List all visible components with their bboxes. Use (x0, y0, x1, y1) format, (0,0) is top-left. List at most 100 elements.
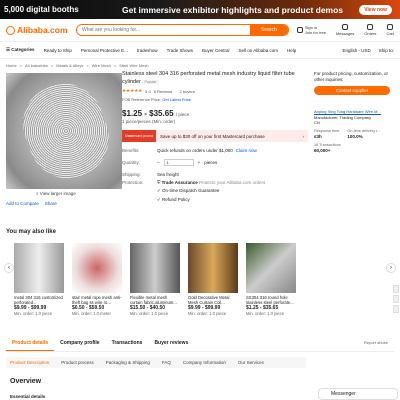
benefits-label: Benefits: (122, 148, 140, 153)
join-label: Join for free (304, 30, 326, 35)
product-title: Stainless steel 304 316 perforated metal… (122, 71, 308, 86)
minus-icon[interactable]: − (157, 160, 160, 165)
quantity-stepper[interactable]: −1 + pieces (157, 159, 217, 166)
nav-item-sell[interactable]: Sell on Alibaba.com (239, 48, 279, 53)
tab-transactions[interactable]: Transactions (106, 340, 149, 351)
breadcrumb-industries[interactable]: All Industries (25, 63, 48, 71)
subtab-faq[interactable]: FAQ (162, 360, 171, 365)
banner-headline: 5,000 digital booths (4, 5, 79, 14)
main-nav: ☰ Categories Ready to Ship Personal Prot… (0, 42, 400, 59)
shipping-method: Sea freight (157, 172, 179, 177)
tab-product-details[interactable]: Product details (6, 340, 55, 351)
rec-title: metal 304 316 customized perforated... (14, 295, 63, 305)
cart-link[interactable]: Cart (386, 24, 394, 36)
chevron-right-icon: › (302, 133, 305, 139)
supplier-country: CN (314, 120, 320, 125)
rec-card[interactable]: metal 304 316 customized perforated... $9… (14, 243, 64, 316)
rec-min-order: Min. order: 1.0 piece (246, 311, 285, 316)
shipping-label: Shipping: (122, 172, 141, 177)
language-select[interactable]: English - USD (342, 48, 370, 53)
banner-text: Get immersive exhibitor highlights and p… (122, 4, 344, 15)
mastercard-promo[interactable]: Mastercard promo Save up to $30 off on y… (122, 130, 308, 142)
contact-supplier-button[interactable]: Contact supplier (314, 86, 390, 95)
alibaba-logo[interactable]: Alibaba.com (6, 25, 76, 35)
toolbar-button[interactable] (393, 285, 399, 293)
shield-icon: ⛨ (157, 180, 161, 185)
rec-card[interactable]: Gold Decorative Metal Mesh Curtain Coil.… (188, 243, 238, 316)
overview-heading: Overview (10, 378, 42, 385)
product-main-image[interactable] (6, 73, 122, 189)
subtab-packaging[interactable]: Packaging & Shipping (106, 360, 150, 365)
ship-to-select[interactable]: Ship to: (379, 48, 394, 53)
orders-link[interactable]: Orders (364, 24, 376, 36)
signin-link[interactable]: Sign in Join for free (296, 25, 326, 35)
messages-label: Messages (335, 31, 355, 36)
rating-value: 5.0 (145, 88, 151, 94)
response-time-value: ≤3h (314, 134, 322, 139)
supplier-card: Anping Xing Tong Hardware Wire M... Manu… (314, 109, 390, 154)
breadcrumb-metals[interactable]: Metals & Alloys (56, 63, 83, 71)
report-abuse-link[interactable]: Report abuse (358, 340, 394, 351)
add-to-compare-link[interactable]: Add to Compare (6, 201, 39, 206)
subtab-description[interactable]: Product Description (10, 360, 49, 365)
rec-title: Flexible metal mesh curtain fabric,alumi… (130, 295, 177, 305)
trade-assurance: Trade Assurance (161, 180, 198, 185)
supplier-name[interactable]: Anping Xing Tong Hardware Wire M... (314, 109, 390, 115)
breadcrumb-home[interactable]: Home (6, 63, 17, 71)
rec-image (130, 243, 180, 293)
rec-card[interactable]: SS304 316 round hole stainless steel per… (246, 243, 296, 316)
side-toolbar (393, 285, 400, 313)
price-unit: / piece (175, 112, 190, 117)
nav-item-tradeshow[interactable]: tradeshow (137, 48, 158, 53)
nav-item-help[interactable]: Help (287, 48, 296, 53)
nav-item-ppe[interactable]: Personal Protective E... (81, 48, 128, 53)
share-link[interactable]: Share (45, 201, 57, 206)
rec-card[interactable]: stair metal rope mesh anti-theft bag ss … (72, 243, 122, 316)
benefits-text: Quick refunds on orders under $1,000 (157, 148, 233, 153)
breadcrumb-steel-wire-mesh[interactable]: Steel Wire Mesh (119, 63, 148, 71)
transactions-label: 18 Transactions (314, 142, 341, 147)
view-larger-link[interactable]: ⌕ View larger image (36, 191, 76, 196)
view-now-button[interactable]: View now (359, 4, 392, 15)
buyers-count: 2 buyers (179, 88, 195, 94)
messages-link[interactable]: Messages (336, 24, 354, 36)
search-input[interactable] (77, 25, 250, 35)
quantity-input[interactable]: 1 (163, 159, 194, 166)
tab-buyer-reviews[interactable]: Buyer reviews (148, 340, 194, 351)
rec-min-order: Min. order: 1.0 meter (72, 311, 111, 316)
reviews-link[interactable]: 6 Reviews (154, 89, 172, 94)
rating-row: ★★★★★ 5.0 6 Reviews · 2 buyers (122, 88, 195, 94)
nav-item-trade-shows[interactable]: Trade Shows (167, 48, 193, 53)
carousel-next-button[interactable]: › (386, 263, 396, 273)
quantity-unit: pieces (204, 160, 218, 165)
rec-title: stair metal rope mesh anti-theft bag ss … (72, 295, 122, 305)
messenger-button[interactable]: Messenger (318, 388, 398, 400)
rec-image (14, 243, 64, 293)
subtab-company-info[interactable]: Company Information (183, 360, 226, 365)
claim-now-link[interactable]: Claim now (236, 148, 257, 153)
price-range: $1.25 - $35.65 / piece (122, 109, 308, 118)
plus-icon[interactable]: + (198, 160, 201, 165)
toolbar-button[interactable] (393, 305, 399, 313)
rec-card[interactable]: Flexible metal mesh curtain fabric,alumi… (130, 243, 180, 316)
promo-text: Save up to $30 off on your first Masterc… (160, 133, 265, 139)
subtab-process[interactable]: Product process (61, 360, 94, 365)
breadcrumb-wire-mesh[interactable]: Wire Mesh (92, 63, 111, 71)
may-also-like-heading: You may also like (6, 229, 56, 235)
get-latest-price-link[interactable]: Get Latest Price (162, 97, 191, 102)
nav-item-ready-to-ship[interactable]: Ready to Ship (44, 48, 72, 53)
mesh-tube-image (11, 73, 121, 189)
search-button[interactable]: Search (249, 25, 288, 35)
toolbar-button[interactable] (393, 295, 399, 303)
subtab-services[interactable]: Our Services (238, 360, 264, 365)
price-value: $1.25 - $35.65 (122, 109, 174, 118)
tab-company-profile[interactable]: Company profile (54, 340, 105, 351)
rating-stars: ★★★★★ (122, 88, 143, 93)
categories-menu[interactable]: ☰ Categories (6, 47, 35, 53)
carousel-prev-button[interactable]: ‹ (4, 263, 14, 273)
user-icon (296, 26, 303, 33)
rec-image (188, 243, 238, 293)
promo-banner[interactable]: 5,000 digital booths Get immersive exhib… (0, 0, 400, 19)
nav-item-buyer-central[interactable]: Buyer Central (202, 48, 230, 53)
detail-tabs: Product details Company profile Transact… (6, 340, 394, 352)
